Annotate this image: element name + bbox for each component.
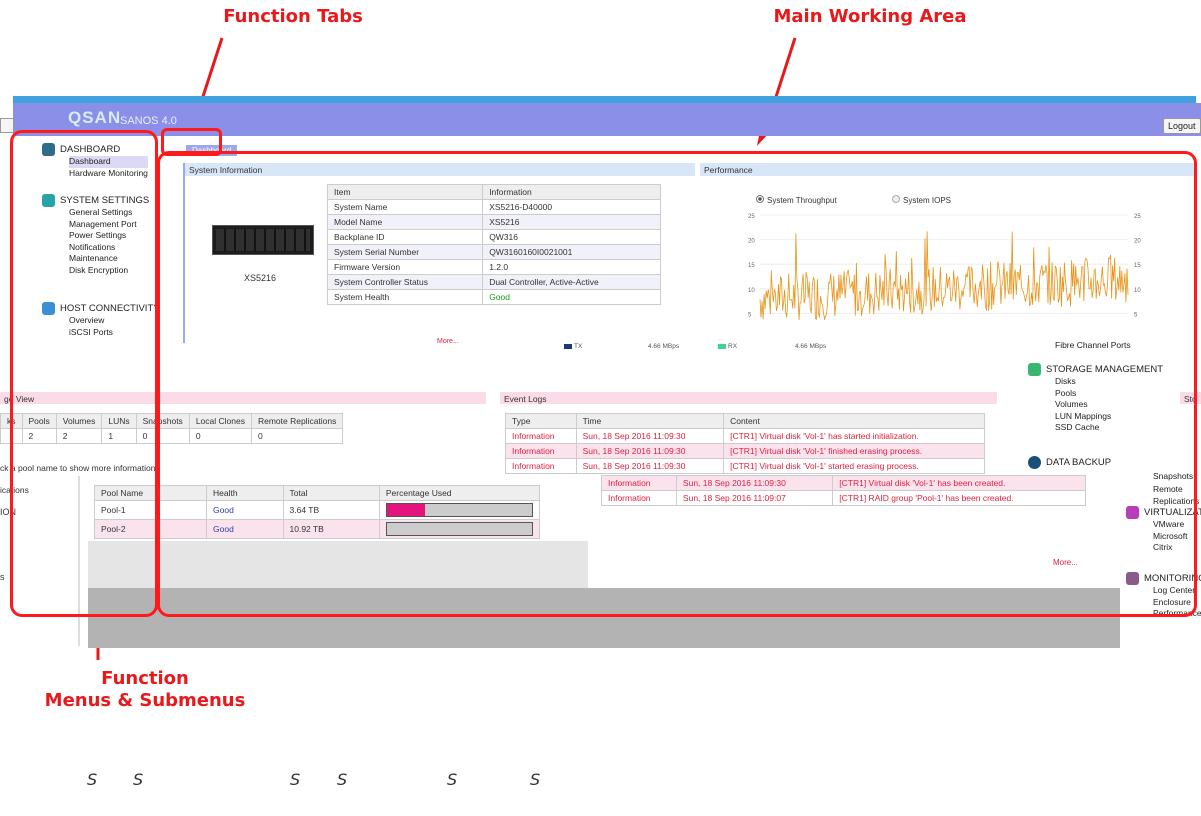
footer-letter: S (447, 770, 458, 789)
footer-letter: S (87, 770, 98, 789)
footer-letter: S (530, 770, 541, 789)
footer-letter: S (290, 770, 301, 789)
top-accent-bar (13, 96, 1196, 103)
logout-button[interactable]: Logout (1163, 118, 1201, 134)
footer-letter: S (133, 770, 144, 789)
qsan-logo: QSAN (68, 108, 122, 127)
highlight-function-menus (10, 130, 158, 617)
sanos-version: SANOS 4.0 (120, 115, 177, 127)
left-edge-button[interactable] (0, 118, 14, 133)
side-label-s: s (0, 572, 5, 582)
footer-letter: S (337, 770, 348, 789)
highlight-main-working-area (157, 151, 1197, 617)
